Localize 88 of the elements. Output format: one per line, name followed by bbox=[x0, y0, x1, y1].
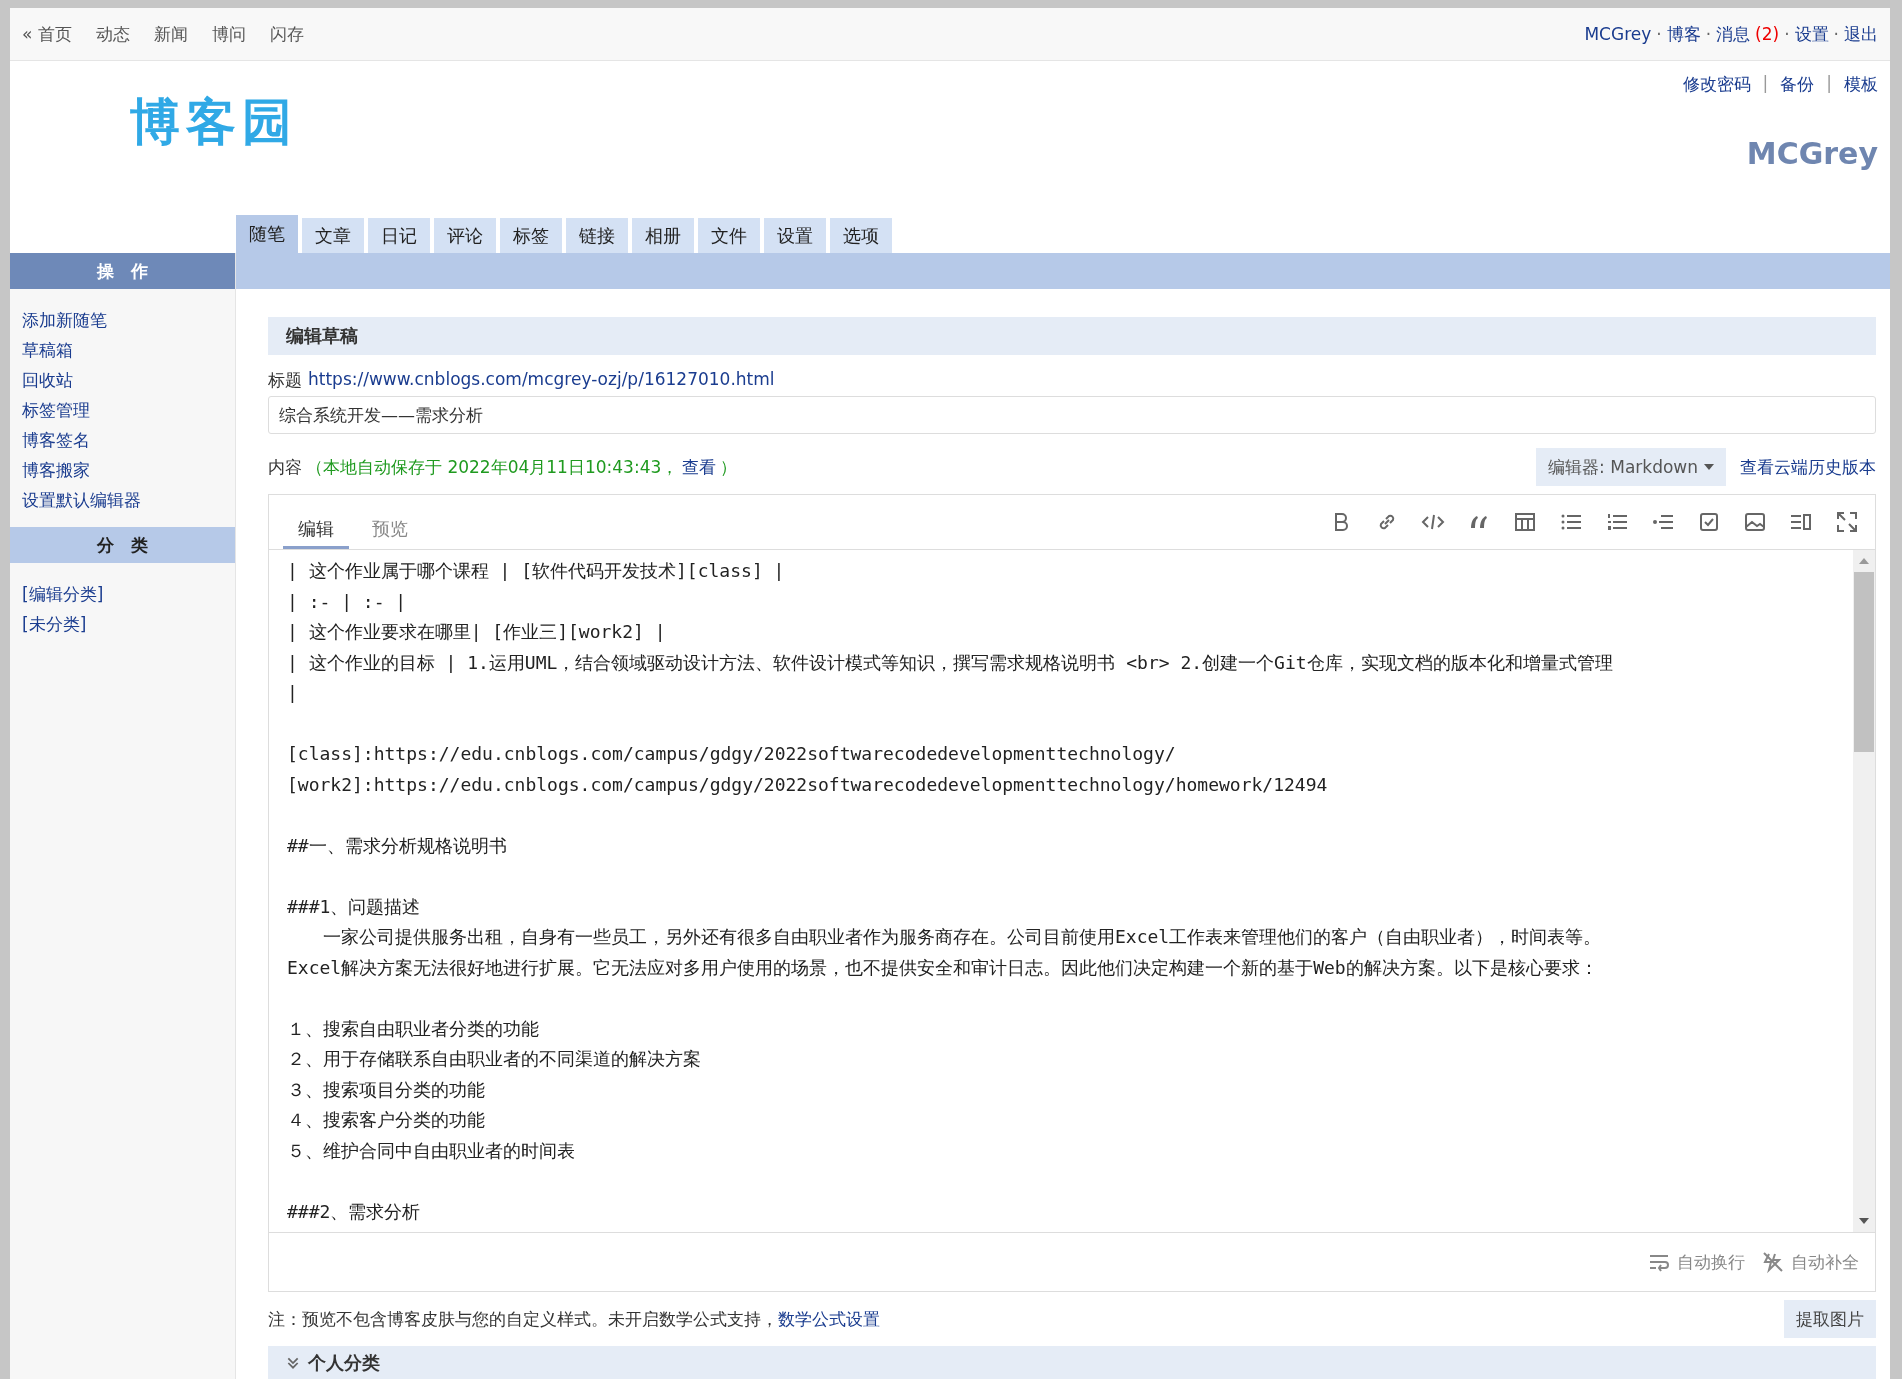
top-nav-link[interactable]: 博问 bbox=[211, 22, 246, 46]
nav-tab[interactable]: 标签 bbox=[500, 218, 562, 253]
nav-tab[interactable]: 文章 bbox=[302, 218, 364, 253]
code-line: ４、搜索客户分类的功能 bbox=[287, 1108, 486, 1132]
code-line: ##一、需求分析规格说明书 bbox=[287, 833, 508, 858]
chevron-down-icon bbox=[286, 1356, 300, 1370]
separator: · bbox=[1656, 24, 1662, 44]
extract-images-button[interactable]: 提取图片 bbox=[1784, 1300, 1876, 1338]
note-text: 注：预览不包含博客皮肤与您的自定义样式。未开启数学公式支持，数学公式设置 bbox=[268, 1307, 880, 1331]
content-label: 内容 bbox=[268, 455, 302, 479]
code-line: ５、维护合同中自由职业者的时间表 bbox=[287, 1138, 576, 1163]
top-nav-link[interactable]: 闪存 bbox=[269, 22, 304, 46]
code-line: [work2]:https://edu.cnblogs.com/campus/gdgy/2022softwarecodedevelopmenttechnology/homework/12494 bbox=[287, 772, 1329, 797]
editor-tab[interactable]: 编辑 bbox=[283, 511, 349, 549]
code-line: [class]:https://edu.cnblogs.com/campus/gdgy/2022softwarecodedevelopmenttechnology/ bbox=[287, 742, 1177, 766]
auto-complete-toggle[interactable]: 自动补全 bbox=[1791, 1250, 1859, 1274]
nav-tab[interactable]: 文件 bbox=[698, 218, 760, 253]
user-menu-link[interactable]: 设置 bbox=[1794, 22, 1829, 46]
fullscreen-icon[interactable] bbox=[1835, 510, 1859, 534]
sidebar-link[interactable]: 标签管理 bbox=[22, 395, 223, 425]
code-line: ２、用于存储联系自由职业者的不同渠道的解决方案 bbox=[287, 1047, 702, 1071]
math-settings-link[interactable]: 数学公式设置 bbox=[778, 1308, 880, 1329]
sidebar-heading: 操 作 bbox=[10, 253, 235, 289]
autocomplete-off-icon[interactable] bbox=[1761, 1250, 1785, 1274]
user-menu-link[interactable]: 博客 bbox=[1666, 22, 1701, 46]
separator: | bbox=[1826, 73, 1832, 95]
code-line: ###2、需求分析 bbox=[287, 1199, 422, 1224]
table-icon[interactable] bbox=[1513, 510, 1537, 534]
nav-tab[interactable]: 随笔 bbox=[236, 215, 298, 253]
user-menu-link[interactable]: 退出 bbox=[1844, 22, 1878, 46]
scrollbar-thumb[interactable] bbox=[1854, 572, 1874, 752]
autosave-text: ） bbox=[720, 455, 738, 479]
account-link[interactable]: 模板 bbox=[1844, 73, 1878, 96]
sidebar-link[interactable]: [未分类] bbox=[22, 609, 223, 639]
separator: · bbox=[1833, 24, 1839, 44]
title-label: 标题 bbox=[268, 369, 302, 392]
message-count: (2) bbox=[1755, 24, 1780, 44]
nav-tab[interactable]: 选项 bbox=[830, 218, 892, 253]
top-nav-link[interactable]: 动态 bbox=[95, 22, 130, 46]
sidebar-link[interactable]: 博客搬家 bbox=[22, 455, 223, 485]
top-nav-link[interactable]: « 首页 bbox=[22, 22, 72, 46]
view-autosave-link[interactable]: 查看 bbox=[682, 455, 717, 479]
history-link[interactable]: 查看云端历史版本 bbox=[1740, 455, 1876, 479]
code-line: ###1、问题描述 bbox=[287, 894, 422, 919]
sidebar-link[interactable]: 草稿箱 bbox=[22, 335, 223, 365]
code-line: Excel解决方案无法很好地进行扩展。它无法应对多用户使用的场景，也不提供安全和审计日志。因此他们决定构建一个新的基于Web的解决方案。以下是核心要求： bbox=[287, 955, 1599, 980]
code-line: | :- | :- | bbox=[287, 589, 408, 614]
account-link[interactable]: 修改密码 bbox=[1682, 73, 1751, 96]
nav-tab[interactable]: 评论 bbox=[434, 218, 496, 253]
nav-tab[interactable]: 链接 bbox=[566, 218, 628, 253]
separator: · bbox=[1784, 24, 1790, 44]
scroll-down-icon[interactable] bbox=[1859, 1218, 1869, 1224]
nav-tab[interactable]: 设置 bbox=[764, 218, 826, 253]
account-link[interactable]: 备份 bbox=[1780, 73, 1815, 96]
code-line: ３、搜索项目分类的功能 bbox=[287, 1077, 486, 1102]
code-line: | 这个作业要求在哪里| [作业三][work2] | bbox=[287, 620, 667, 644]
sidebar-heading: 分 类 bbox=[10, 527, 235, 563]
post-url-link[interactable]: https://www.cnblogs.com/mcgrey-ozj/p/16127010.html bbox=[308, 369, 775, 392]
blog-name: MCGrey bbox=[1746, 136, 1878, 171]
editor-select-button[interactable]: 编辑器: Markdown bbox=[1536, 448, 1726, 486]
scrollbar[interactable] bbox=[1853, 550, 1875, 1232]
code-line: | 这个作业属于哪个课程 | [软件代码开发技术][class] | bbox=[287, 559, 786, 583]
caret-icon bbox=[1704, 464, 1714, 470]
sidebar-link[interactable]: 添加新随笔 bbox=[22, 305, 223, 335]
checkbox-icon[interactable] bbox=[1697, 510, 1721, 534]
sidebar-link[interactable]: [编辑分类] bbox=[22, 579, 223, 609]
top-nav-link[interactable]: 新闻 bbox=[153, 22, 188, 46]
sidebar-link[interactable]: 博客签名 bbox=[22, 425, 223, 455]
code-line: | 这个作业的目标 | 1.运用UML，结合领域驱动设计方法、软件设计模式等知识，撰写需求规格说明书 <br> 2.创建一个Git仓库，实现文档的版本化和增量式管理 bbox=[287, 650, 1614, 675]
auto-wrap-toggle[interactable]: 自动换行 bbox=[1677, 1250, 1745, 1274]
code-line: | bbox=[287, 681, 299, 705]
code-line: 一家公司提供服务出租，自身有一些员工，另外还有很多自由职业者作为服务商存在。公司目前使用Excel工作表来管理他们的客户（自由职业者），时间表等。 bbox=[322, 925, 1603, 949]
separator: · bbox=[1705, 24, 1712, 44]
user-menu-link[interactable]: MCGrey bbox=[1584, 24, 1652, 44]
category-section-title: 个人分类 bbox=[308, 1351, 380, 1375]
title-input[interactable]: 综合系统开发——需求分析 bbox=[268, 396, 1876, 434]
editor-tab[interactable]: 预览 bbox=[357, 511, 423, 549]
code-line: １、搜索自由职业者分类的功能 bbox=[287, 1016, 540, 1041]
sidebar-link[interactable]: 回收站 bbox=[22, 365, 223, 395]
user-menu-link[interactable]: 消息 bbox=[1716, 22, 1751, 46]
separator: | bbox=[1762, 73, 1769, 95]
sidebar-link[interactable]: 设置默认编辑器 bbox=[22, 485, 223, 515]
image-icon[interactable] bbox=[1743, 510, 1767, 534]
nav-tab[interactable]: 日记 bbox=[368, 218, 430, 253]
nav-tab[interactable]: 相册 bbox=[632, 218, 694, 253]
autosave-text: （本地自动保存于 2022年04月11日10:43:43， bbox=[306, 455, 679, 479]
section-title: 编辑草稿 bbox=[268, 317, 1876, 355]
category-section-header[interactable]: 个人分类 bbox=[268, 1346, 1876, 1379]
